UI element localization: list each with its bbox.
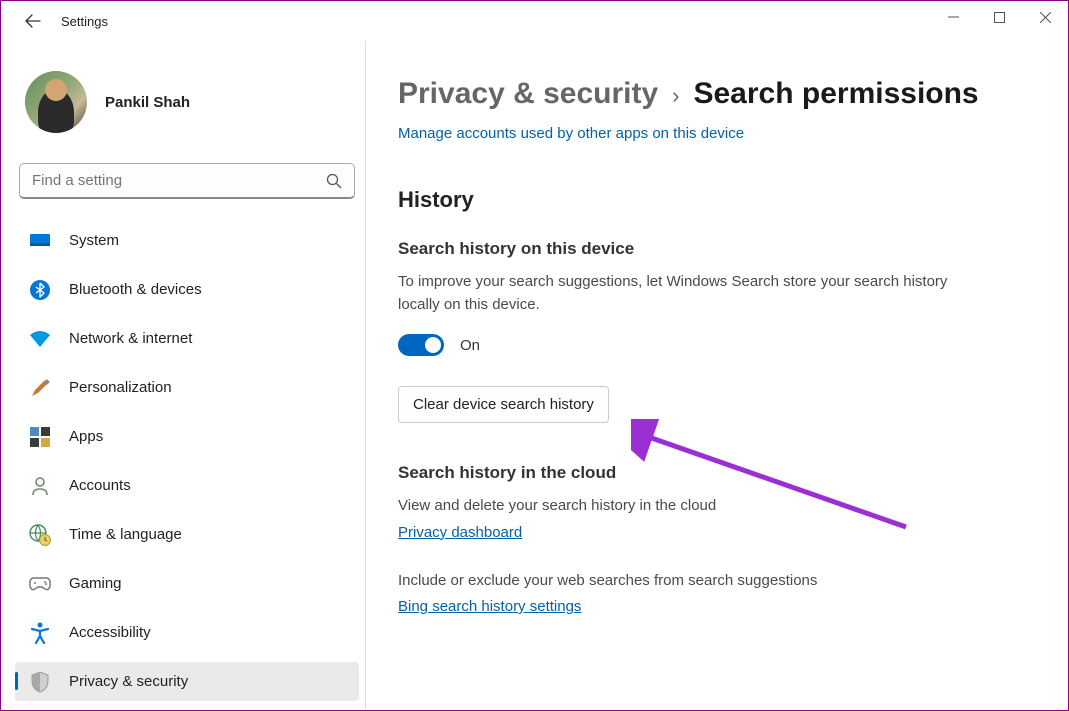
sidebar-item-gaming[interactable]: Gaming: [15, 564, 359, 603]
device-history-desc: To improve your search suggestions, let …: [398, 271, 958, 316]
shield-icon: [29, 671, 51, 693]
gamepad-icon: [29, 573, 51, 595]
maximize-button[interactable]: [976, 1, 1022, 33]
back-button[interactable]: [21, 9, 45, 33]
close-button[interactable]: [1022, 1, 1068, 33]
sidebar-item-privacy-security[interactable]: Privacy & security: [15, 662, 359, 701]
window-title: Settings: [61, 14, 108, 29]
nav-label: System: [69, 232, 119, 249]
sidebar-item-system[interactable]: System: [15, 221, 359, 260]
breadcrumb-current: Search permissions: [693, 77, 978, 111]
cloud-include-desc: Include or exclude your web searches fro…: [398, 570, 998, 593]
minimize-button[interactable]: [930, 1, 976, 33]
device-history-title: Search history on this device: [398, 239, 1048, 259]
profile-name: Pankil Shah: [105, 94, 190, 111]
nav-label: Personalization: [69, 379, 172, 396]
sidebar: Pankil Shah System Bluetooth & devices N…: [1, 41, 371, 710]
wifi-icon: [29, 328, 51, 350]
globe-clock-icon: [29, 524, 51, 546]
profile-block[interactable]: Pankil Shah: [15, 41, 359, 163]
nav-label: Network & internet: [69, 330, 192, 347]
cloud-view-desc: View and delete your search history in t…: [398, 495, 958, 518]
nav-label: Apps: [69, 428, 103, 445]
apps-icon: [29, 426, 51, 448]
sidebar-item-accounts[interactable]: Accounts: [15, 466, 359, 505]
window-controls: [930, 1, 1068, 33]
manage-accounts-link[interactable]: Manage accounts used by other apps on th…: [398, 125, 744, 142]
bluetooth-icon: [29, 279, 51, 301]
system-icon: [29, 230, 51, 252]
breadcrumb: Privacy & security › Search permissions: [398, 77, 1048, 111]
sidebar-item-personalization[interactable]: Personalization: [15, 368, 359, 407]
breadcrumb-parent[interactable]: Privacy & security: [398, 77, 658, 111]
nav-label: Time & language: [69, 526, 182, 543]
nav-label: Privacy & security: [69, 673, 188, 690]
sidebar-item-bluetooth[interactable]: Bluetooth & devices: [15, 270, 359, 309]
history-heading: History: [398, 187, 1048, 213]
device-history-toggle[interactable]: [398, 334, 444, 356]
nav-label: Accounts: [69, 477, 131, 494]
sidebar-item-time-language[interactable]: Time & language: [15, 515, 359, 554]
back-arrow-icon: [25, 13, 41, 29]
clear-device-history-button[interactable]: Clear device search history: [398, 386, 609, 423]
toggle-state-label: On: [460, 337, 480, 354]
search-input[interactable]: [32, 172, 326, 189]
person-icon: [29, 475, 51, 497]
bing-history-link[interactable]: Bing search history settings: [398, 598, 581, 615]
device-history-toggle-row: On: [398, 334, 1048, 356]
search-box[interactable]: [19, 163, 355, 199]
accessibility-icon: [29, 622, 51, 644]
sidebar-item-apps[interactable]: Apps: [15, 417, 359, 456]
brush-icon: [29, 377, 51, 399]
sidebar-item-network[interactable]: Network & internet: [15, 319, 359, 358]
sidebar-item-accessibility[interactable]: Accessibility: [15, 613, 359, 652]
avatar: [25, 71, 87, 133]
nav-label: Accessibility: [69, 624, 151, 641]
cloud-history-title: Search history in the cloud: [398, 463, 1048, 483]
titlebar: Settings: [1, 1, 1068, 41]
content-area: Privacy & security › Search permissions …: [365, 41, 1068, 710]
privacy-dashboard-link[interactable]: Privacy dashboard: [398, 524, 522, 541]
search-icon: [326, 173, 342, 189]
nav-label: Gaming: [69, 575, 122, 592]
nav-label: Bluetooth & devices: [69, 281, 202, 298]
chevron-right-icon: ›: [672, 83, 679, 109]
nav-list: System Bluetooth & devices Network & int…: [15, 221, 359, 701]
